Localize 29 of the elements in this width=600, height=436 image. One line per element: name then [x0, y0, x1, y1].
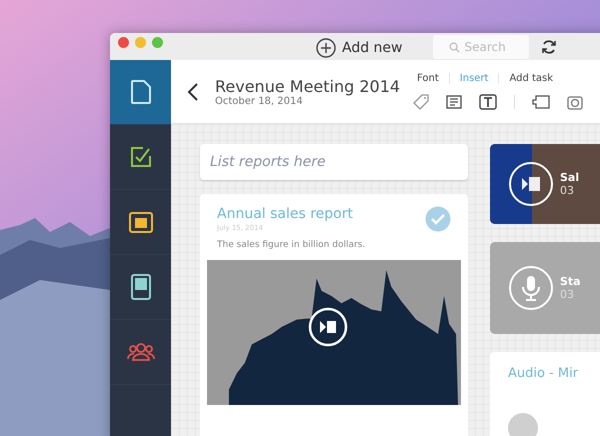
search-icon — [448, 42, 460, 52]
toolbar-tab[interactable]: Font — [413, 73, 449, 84]
video-camera-icon — [508, 161, 554, 207]
toolbar-tab[interactable]: Add task — [498, 73, 564, 84]
document-date: October 18, 2014 — [215, 96, 304, 106]
video-play-icon[interactable] — [308, 307, 348, 347]
media-title: Sta — [560, 275, 581, 288]
media-title: Sal — [560, 171, 580, 184]
sidebar-item[interactable] — [110, 60, 171, 125]
tag-icon[interactable] — [413, 94, 429, 110]
camera-icon[interactable] — [567, 94, 583, 110]
report-title: Annual sales report — [217, 206, 353, 222]
add-new-button[interactable]: Add new — [316, 38, 402, 58]
search-field[interactable]: Search — [432, 34, 528, 58]
report-description: The sales figure in billion dollars. — [216, 239, 366, 252]
microphone-icon — [508, 265, 554, 311]
document-title: Revenue Meeting 2014 — [215, 76, 402, 96]
media-duration: 03 — [560, 184, 575, 197]
video-frame-icon[interactable] — [532, 95, 550, 109]
video-card[interactable]: Sal 03 — [490, 144, 600, 224]
text-box-icon[interactable] — [479, 94, 497, 110]
refresh-icon[interactable] — [540, 38, 556, 54]
note-icon[interactable] — [446, 95, 462, 109]
plus-icon — [316, 38, 336, 58]
close-button[interactable] — [118, 37, 129, 48]
list-search-field[interactable]: List reports here — [200, 144, 468, 180]
checkmark-circle-icon[interactable] — [425, 206, 451, 232]
back-chevron-icon[interactable] — [187, 82, 199, 102]
audio-card-title: Audio - Mir — [508, 366, 580, 381]
